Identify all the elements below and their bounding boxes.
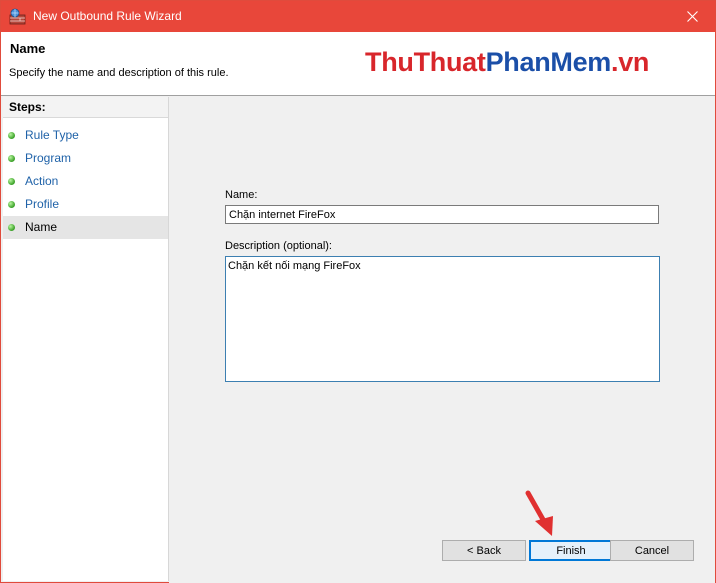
step-label: Rule Type	[25, 128, 79, 142]
name-input[interactable]	[225, 205, 659, 224]
red-arrow-icon	[525, 490, 553, 536]
green-dot-icon	[8, 201, 15, 208]
finish-button[interactable]: Finish	[529, 540, 613, 561]
steps-list: Rule Type Program Action Profile Name	[3, 124, 168, 239]
page-title: Name	[10, 41, 46, 56]
firewall-icon	[9, 8, 26, 25]
wizard-header: Name Specify the name and description of…	[1, 32, 715, 96]
close-button[interactable]	[669, 1, 715, 32]
green-dot-icon	[8, 224, 15, 231]
step-label: Program	[25, 151, 72, 165]
close-icon	[686, 11, 698, 22]
step-name[interactable]: Name	[3, 216, 168, 239]
wizard-window: New Outbound Rule Wizard Name Specify th…	[0, 0, 716, 583]
watermark-part-3: .vn	[611, 47, 650, 77]
page-subtitle: Specify the name and description of this…	[9, 67, 229, 79]
description-label: Description (optional):	[225, 240, 332, 252]
step-rule-type[interactable]: Rule Type	[3, 124, 168, 147]
steps-title: Steps:	[3, 97, 168, 118]
green-dot-icon	[8, 178, 15, 185]
title-bar[interactable]: New Outbound Rule Wizard	[1, 1, 715, 32]
watermark-part-1: ThuThuat	[365, 47, 486, 77]
green-dot-icon	[8, 132, 15, 139]
step-profile[interactable]: Profile	[3, 193, 168, 216]
step-label: Name	[25, 220, 58, 234]
watermark-part-2: PhanMem	[485, 47, 612, 77]
step-action[interactable]: Action	[3, 170, 168, 193]
steps-panel: Steps: Rule Type Program Action Profile …	[3, 97, 169, 581]
content-area: Name: Description (optional): Chặn kết n…	[169, 97, 715, 583]
cancel-button[interactable]: Cancel	[610, 540, 694, 561]
back-button[interactable]: < Back	[442, 540, 526, 561]
green-dot-icon	[8, 155, 15, 162]
name-label: Name:	[225, 189, 258, 201]
step-program[interactable]: Program	[3, 147, 168, 170]
window-title: New Outbound Rule Wizard	[33, 9, 182, 23]
step-label: Action	[25, 174, 59, 188]
watermark-logo: ThuThuatPhanMem.vn	[365, 47, 649, 78]
step-label: Profile	[25, 197, 60, 211]
description-input[interactable]: Chặn kết nối mạng FireFox	[225, 256, 660, 382]
